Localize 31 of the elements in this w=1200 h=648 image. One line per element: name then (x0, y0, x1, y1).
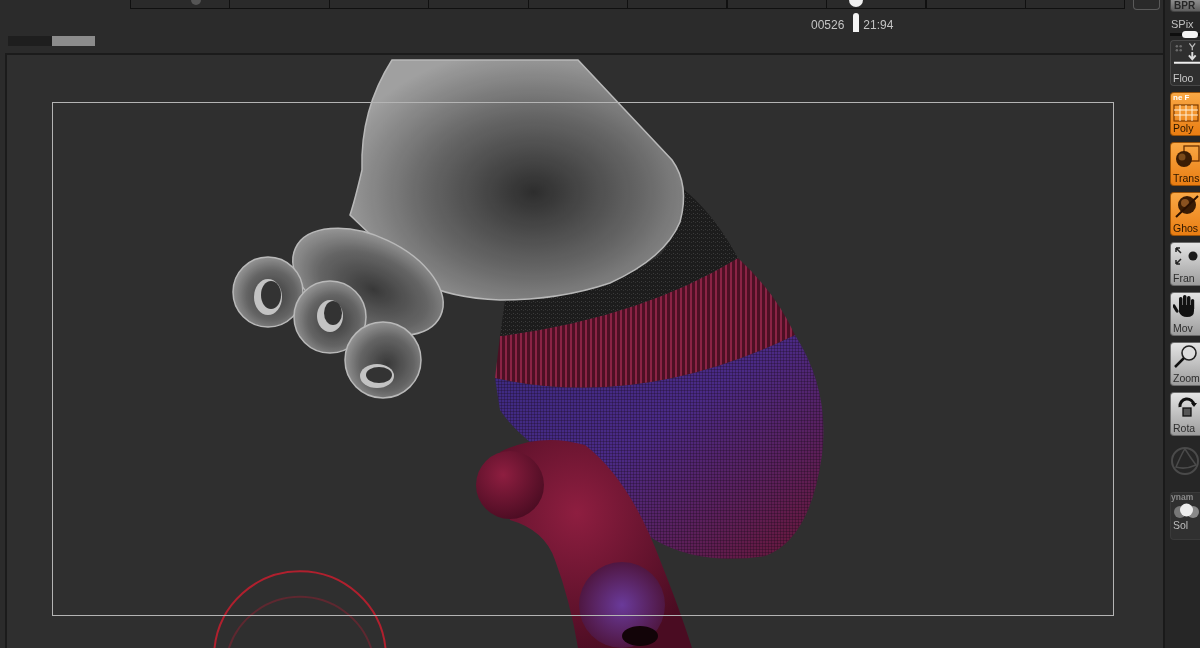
sphere-square-icon (1173, 144, 1200, 168)
magnifier-icon (1173, 344, 1200, 368)
timeline-track[interactable] (130, 0, 1125, 9)
frame-counter: 00526 (810, 19, 845, 32)
shelf-button[interactable]: Mov (1170, 292, 1200, 336)
shelf-button[interactable]: Trans (1170, 142, 1200, 186)
bpr-button[interactable]: BPR (1170, 0, 1200, 12)
spix-label: SPix (1170, 19, 1194, 30)
overlay-label: ne F (1173, 94, 1190, 102)
scroll-bar[interactable] (8, 36, 95, 46)
solo-button[interactable]: Sol (1171, 502, 1200, 531)
shelf-button[interactable]: Fran (1170, 242, 1200, 286)
circles-icon (1173, 502, 1200, 520)
shelf-button[interactable]: Floo (1170, 40, 1200, 86)
scroll-thumb[interactable] (52, 36, 95, 46)
timeline-playhead[interactable] (848, 0, 863, 7)
sphere-slash-icon (1173, 194, 1200, 218)
playhead-marker[interactable] (853, 13, 860, 32)
shelf-button[interactable]: Zoom (1170, 342, 1200, 386)
time-readout: 21:94 (863, 19, 894, 32)
grid-icon (1173, 103, 1199, 122)
shelf-button[interactable]: Ghos (1170, 192, 1200, 236)
shelf-button[interactable]: Rota (1170, 392, 1200, 436)
spix-slider-knob[interactable] (1181, 31, 1198, 38)
keyframe-icon (191, 0, 201, 5)
canvas-viewport[interactable] (5, 53, 1163, 648)
dynamics-label: ynam (1171, 493, 1194, 502)
spix-slider[interactable] (1170, 31, 1200, 38)
shelf-button[interactable]: ne F Poly (1170, 92, 1200, 136)
floor-icon (1173, 42, 1200, 66)
frame-arrows-icon (1173, 244, 1200, 268)
